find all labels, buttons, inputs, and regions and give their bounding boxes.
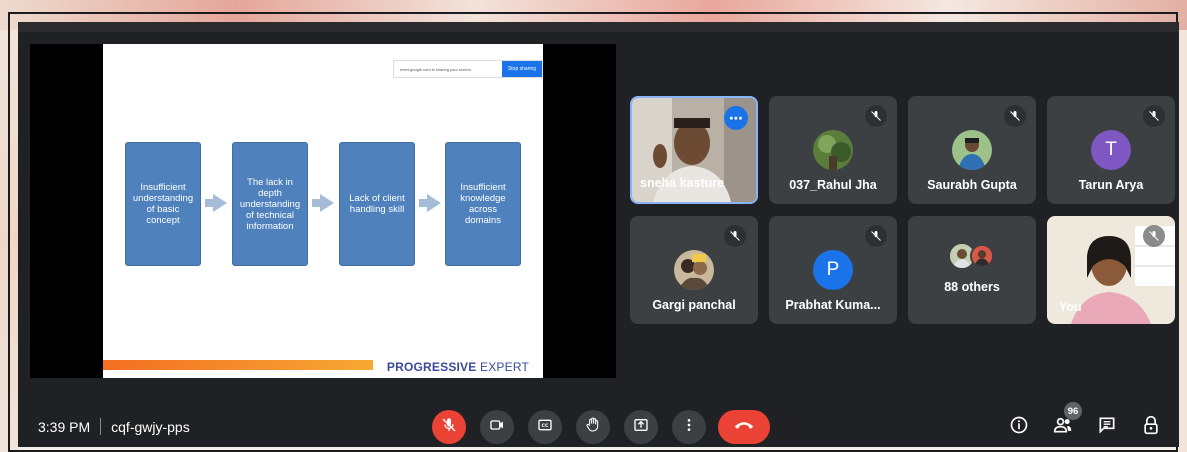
meeting-code[interactable]: cqf-gwjy-pps xyxy=(111,419,190,435)
meeting-time: 3:39 PM xyxy=(38,418,91,435)
presentation-area[interactable]: meet.google.com is sharing your screen. … xyxy=(30,44,616,378)
flow-diagram: Insufficient understanding of basic conc… xyxy=(125,142,525,266)
footer-bold: PROGRESSIVE xyxy=(386,360,477,374)
more-options-button[interactable] xyxy=(672,410,706,444)
mic-off-icon xyxy=(724,225,746,247)
participant-tile-sneha[interactable]: ⋯ sneha kasture xyxy=(630,96,758,204)
footer-regular: EXPERT xyxy=(476,360,529,374)
chat-icon xyxy=(1097,415,1117,440)
desktop-background-right xyxy=(1179,30,1187,452)
mic-off-icon xyxy=(1143,105,1165,127)
participant-tile-prabhat[interactable]: P Prabhat Kuma... xyxy=(769,216,897,324)
participant-tile-gargi[interactable]: Gargi panchal xyxy=(630,216,758,324)
avatar xyxy=(970,244,994,268)
flow-arrow xyxy=(419,194,441,212)
mic-off-icon xyxy=(441,417,457,438)
desktop-background-left xyxy=(0,30,18,452)
slide-footer-bar xyxy=(103,360,373,370)
participant-tile-others[interactable]: 88 others xyxy=(908,216,1036,324)
avatar: T xyxy=(1091,130,1131,170)
participant-tile-saurabh[interactable]: Saurabh Gupta xyxy=(908,96,1036,204)
lock-person-icon xyxy=(1141,414,1161,441)
avatar: P xyxy=(813,250,853,290)
flow-step: Insufficient understanding of basic conc… xyxy=(125,142,201,266)
screen-share-banner: meet.google.com is sharing your screen. … xyxy=(393,60,543,78)
meeting-details: 3:39 PM cqf-gwjy-pps xyxy=(38,418,190,435)
meet-window: meet.google.com is sharing your screen. … xyxy=(18,22,1179,447)
participant-tile-rahul[interactable]: 037_Rahul Jha xyxy=(769,96,897,204)
flow-step: The lack in depth understanding of techn… xyxy=(232,142,308,266)
avatar xyxy=(813,130,853,170)
flow-arrow xyxy=(312,194,334,212)
participant-name: 037_Rahul Jha xyxy=(789,178,877,192)
hand-icon xyxy=(585,416,601,438)
flow-step: Lack of client handling skill xyxy=(339,142,415,266)
camera-toggle-button[interactable] xyxy=(480,410,514,444)
participant-name: Tarun Arya xyxy=(1078,178,1144,192)
avatar xyxy=(674,250,714,290)
captions-button[interactable]: CC xyxy=(528,410,562,444)
avatar xyxy=(952,130,992,170)
share-banner-text: meet.google.com is sharing your screen. xyxy=(400,66,473,72)
divider xyxy=(100,418,102,435)
present-now-button[interactable] xyxy=(624,410,658,444)
meeting-details-button[interactable] xyxy=(1006,414,1032,440)
participant-name: You xyxy=(1059,300,1082,314)
more-vert-icon xyxy=(681,417,697,438)
slide-footer-logo: PROGRESSIVE EXPERT xyxy=(387,360,529,374)
flow-arrow xyxy=(205,194,227,212)
mic-off-icon xyxy=(865,225,887,247)
raise-hand-button[interactable] xyxy=(576,410,610,444)
participant-name: Gargi panchal xyxy=(652,298,736,312)
more-options-icon[interactable]: ⋯ xyxy=(724,106,748,130)
mic-off-icon xyxy=(1004,105,1026,127)
participant-count-badge: 96 xyxy=(1064,402,1082,420)
host-controls-button[interactable] xyxy=(1138,414,1164,440)
mic-off-icon xyxy=(865,105,887,127)
slide: meet.google.com is sharing your screen. … xyxy=(103,44,543,378)
participant-name: Prabhat Kuma... xyxy=(785,298,881,312)
participant-name: sneha kasture xyxy=(640,176,725,190)
leave-call-button[interactable] xyxy=(718,410,770,444)
stop-sharing-button[interactable]: Stop sharing xyxy=(502,61,542,77)
participant-name: Saurabh Gupta xyxy=(927,178,1017,192)
flow-step: Insufficient knowledge across domains xyxy=(445,142,521,266)
participant-tile-you[interactable]: You xyxy=(1047,216,1175,324)
end-call-icon xyxy=(733,418,755,437)
captions-icon: CC xyxy=(537,417,553,438)
mic-off-icon xyxy=(1143,225,1165,247)
mic-toggle-button[interactable] xyxy=(432,410,466,444)
svg-text:CC: CC xyxy=(542,423,549,429)
participant-tile-tarun[interactable]: T Tarun Arya xyxy=(1047,96,1175,204)
chat-button[interactable] xyxy=(1094,414,1120,440)
present-icon xyxy=(633,417,649,438)
info-icon xyxy=(1009,415,1029,440)
others-count: 88 others xyxy=(944,280,1000,294)
camera-icon xyxy=(489,417,505,438)
